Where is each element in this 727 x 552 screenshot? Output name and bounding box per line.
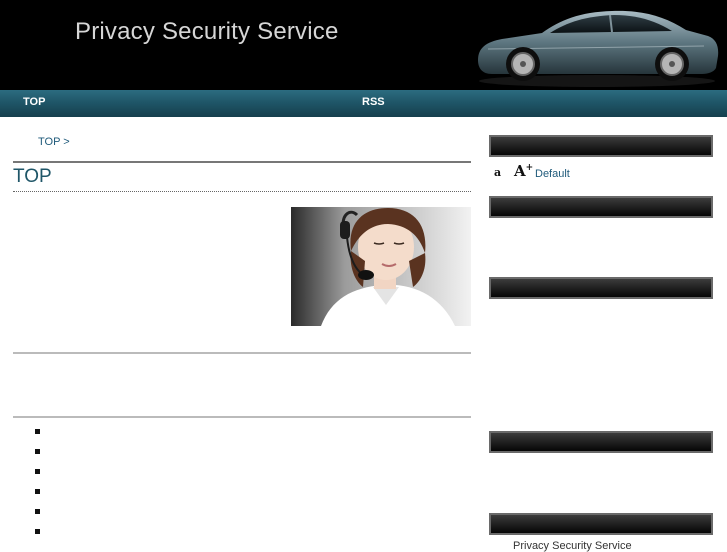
section-divider (13, 416, 471, 418)
sidebar-header-bar (489, 135, 713, 157)
sidebar-header-bar (489, 513, 713, 535)
font-increase-plus: + (525, 163, 534, 173)
font-increase-icon[interactable]: A+ (514, 162, 533, 180)
sidebar-header-bar (489, 277, 713, 299)
sports-car-image (478, 10, 719, 87)
sidebar-header-bar (489, 431, 713, 453)
nav-item-top[interactable]: TOP (23, 96, 45, 108)
sidebar-header-bar (489, 196, 713, 218)
main-nav: TOP RSS (0, 90, 727, 117)
nav-item-rss[interactable]: RSS (362, 96, 385, 108)
site-title[interactable]: Privacy Security Service (75, 18, 339, 46)
site-header: Privacy Security Service (0, 0, 727, 90)
page-title: TOP (13, 166, 52, 187)
font-increase-letter: A (514, 162, 526, 180)
breadcrumb[interactable]: TOP > (38, 136, 70, 148)
font-decrease-icon[interactable]: a (494, 166, 501, 179)
section-divider (13, 352, 471, 354)
support-operator-photo (291, 207, 471, 326)
title-top-divider (13, 161, 471, 163)
sidebar-link[interactable]: Privacy Security Service (513, 540, 632, 552)
title-bottom-divider (13, 191, 471, 192)
font-default-link[interactable]: Default (535, 168, 570, 180)
